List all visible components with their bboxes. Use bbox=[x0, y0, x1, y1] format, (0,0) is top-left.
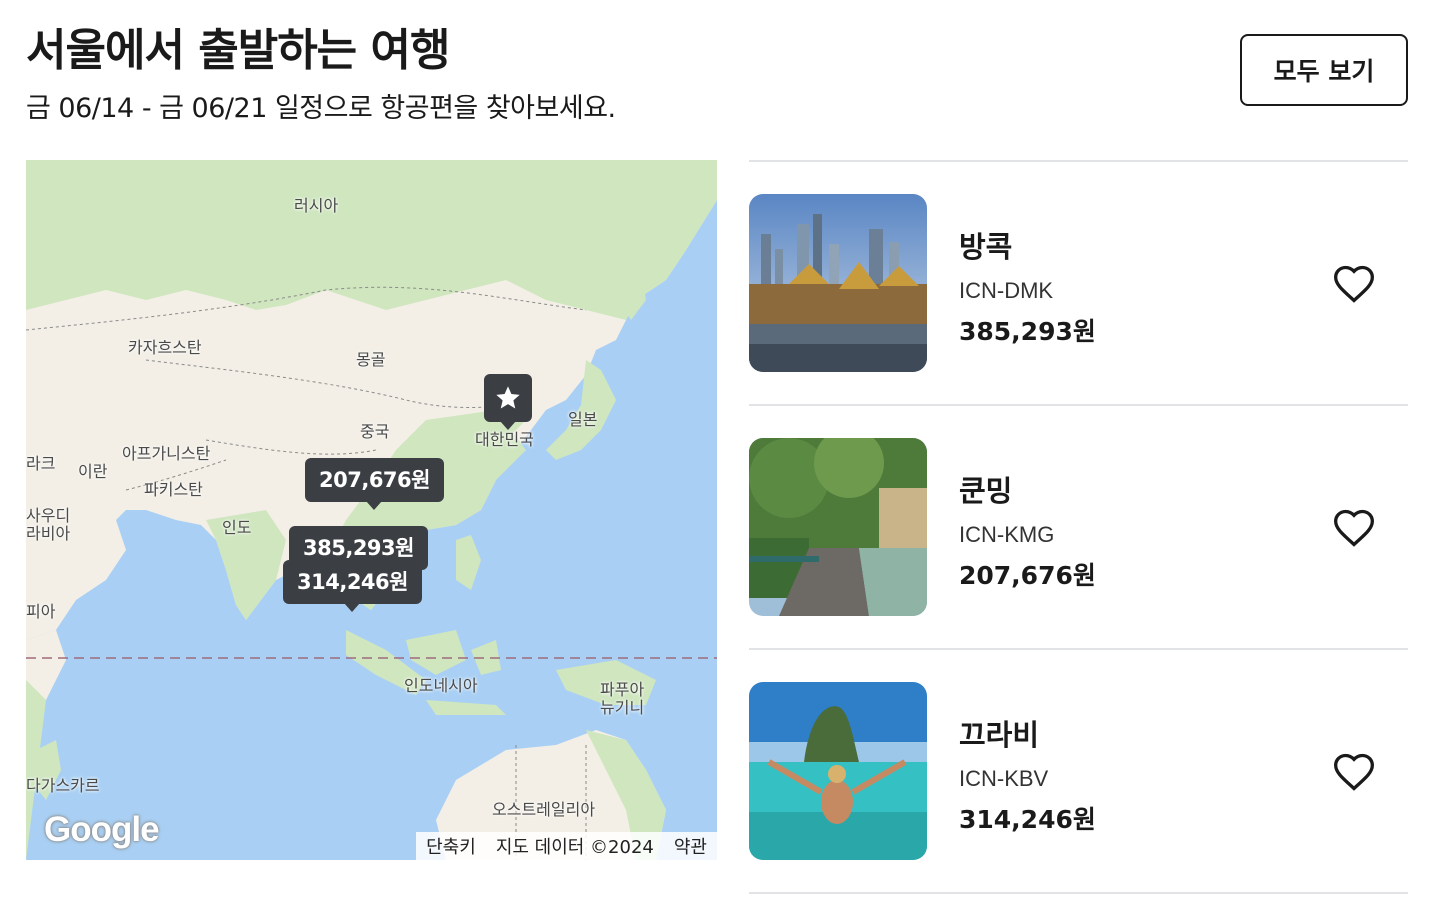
destination-price: 385,293원 bbox=[959, 317, 1096, 346]
heart-outline-icon[interactable] bbox=[1332, 506, 1376, 550]
terms-link[interactable]: 약관 bbox=[664, 833, 717, 859]
destination-card[interactable]: 쿤밍 ICN-KMG 207,676원 bbox=[749, 406, 1408, 648]
destination-image-krabi bbox=[749, 682, 927, 860]
heart-outline-icon[interactable] bbox=[1332, 750, 1376, 794]
destination-city: 방콕 bbox=[959, 230, 1013, 264]
destination-city: 쿤밍 bbox=[959, 474, 1013, 508]
destination-city: 끄라비 bbox=[959, 718, 1040, 752]
origin-pin[interactable] bbox=[484, 374, 532, 430]
price-pin-kunming[interactable]: 207,676원 bbox=[305, 458, 444, 510]
destination-list: 방콕 ICN-DMK 385,293원 쿤밍 ICN-KMG 207,676원 bbox=[749, 160, 1408, 894]
map-label-kazakhstan: 카자흐스탄 bbox=[128, 338, 202, 357]
price-pin-krabi[interactable]: 314,246원 bbox=[283, 560, 422, 612]
map-label-png-2: 뉴기니 bbox=[600, 698, 645, 717]
destination-route: ICN-KMG bbox=[959, 522, 1055, 547]
destination-map[interactable]: 러시아 카자흐스탄 몽골 중국 대한민국 일본 아프가니스탄 라크 이란 파키스… bbox=[26, 160, 717, 860]
destination-image-bangkok bbox=[749, 194, 927, 372]
map-basemap bbox=[26, 160, 717, 860]
destination-route: ICN-DMK bbox=[959, 278, 1054, 303]
map-label-ethiopia: 피아 bbox=[26, 602, 56, 621]
see-all-button[interactable]: 모두 보기 bbox=[1240, 34, 1408, 106]
heart-outline-icon[interactable] bbox=[1332, 262, 1376, 306]
map-label-mongolia: 몽골 bbox=[356, 350, 386, 369]
map-label-australia: 오스트레일리아 bbox=[492, 800, 596, 819]
map-label-china: 중국 bbox=[360, 422, 390, 441]
page-subtitle: 금 06/14 - 금 06/21 일정으로 항공편을 찾아보세요. bbox=[26, 93, 616, 124]
divider bbox=[749, 892, 1408, 894]
map-label-japan: 일본 bbox=[568, 410, 598, 429]
destination-card[interactable]: 끄라비 ICN-KBV 314,246원 bbox=[749, 650, 1408, 892]
map-label-india: 인도 bbox=[222, 518, 252, 537]
destination-route: ICN-KBV bbox=[959, 766, 1049, 791]
keyboard-shortcuts-link[interactable]: 단축키 bbox=[416, 833, 486, 859]
map-label-iran: 이란 bbox=[78, 462, 108, 481]
map-label-iraq: 라크 bbox=[26, 454, 56, 473]
destination-price: 207,676원 bbox=[959, 561, 1096, 590]
destination-price: 314,246원 bbox=[959, 805, 1096, 834]
map-label-pakistan: 파키스탄 bbox=[144, 480, 203, 499]
map-label-russia: 러시아 bbox=[294, 196, 339, 215]
page-title: 서울에서 출발하는 여행 bbox=[26, 25, 450, 76]
map-label-madagascar: 다가스카르 bbox=[26, 776, 100, 795]
google-logo: Google bbox=[44, 810, 160, 849]
destination-image-kunming bbox=[749, 438, 927, 616]
map-data-text: 지도 데이터 ©2024 bbox=[495, 837, 654, 858]
star-icon bbox=[496, 386, 520, 409]
map-label-afghanistan: 아프가니스탄 bbox=[122, 444, 211, 463]
destination-card[interactable]: 방콕 ICN-DMK 385,293원 bbox=[749, 162, 1408, 404]
map-label-saudi-2: 라비아 bbox=[26, 524, 71, 543]
map-label-indonesia: 인도네시아 bbox=[404, 676, 478, 695]
map-attribution: 단축키 지도 데이터 ©2024 약관 bbox=[416, 832, 717, 860]
